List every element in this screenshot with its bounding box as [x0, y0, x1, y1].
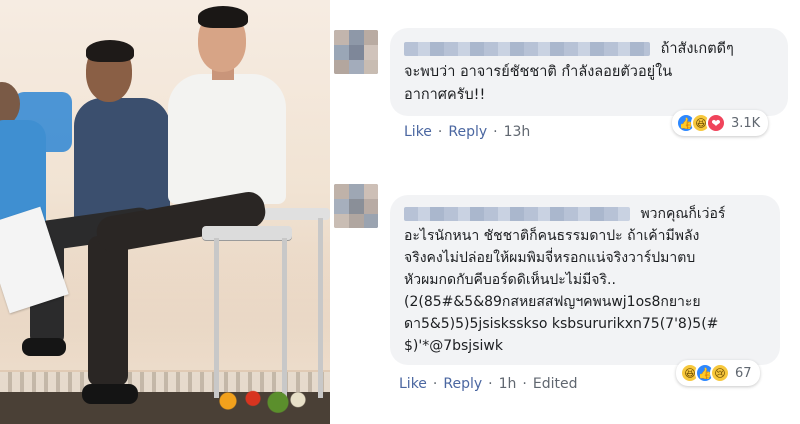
reply-link[interactable]: Reply — [443, 376, 482, 392]
person-right-shirt — [168, 74, 286, 204]
avatar[interactable] — [334, 184, 378, 228]
comment-text-line: อะไรนักหนา ชัชชาติก็คนธรรมดาปะ ถ้าเค้ามี… — [404, 228, 700, 244]
comment-text-line: จะพบว่า อาจารย์ชัชชาติ กำลังลอยตัวอยู่ใน — [404, 64, 673, 80]
timestamp[interactable]: 13h — [504, 124, 531, 140]
reactions-summary[interactable]: 👍 😆 ❤ 3.1K — [672, 110, 769, 136]
comment-actions: Like · Reply · 13h — [404, 124, 531, 140]
edited-label[interactable]: Edited — [533, 376, 578, 392]
comment-text-line: $)'*@7bsjsiwk — [404, 338, 503, 354]
comment-text-line: อากาศครับ!! — [404, 87, 486, 103]
like-link[interactable]: Like — [399, 376, 427, 392]
timestamp[interactable]: 1h — [499, 376, 517, 392]
like-link[interactable]: Like — [404, 124, 432, 140]
comment-text-line: ดา5&5)5)5jsisksskso ksbsururikxn75(7'8)5… — [404, 316, 719, 332]
comment-text-line: พวกคุณก็เว่อร์ — [640, 206, 726, 222]
avatar[interactable] — [334, 30, 378, 74]
reaction-count: 3.1K — [731, 115, 761, 131]
comment-text-line: ถ้าสังเกตดีๆ — [660, 41, 734, 57]
person-middle-shirt — [74, 98, 170, 226]
commenter-name-blurred[interactable] — [404, 42, 650, 56]
reaction-count: 67 — [735, 365, 752, 381]
comment-bubble: ถ้าสังเกตดีๆ จะพบว่า อาจารย์ชัชชาติ กำลั… — [390, 28, 788, 116]
reactions-summary[interactable]: 😆 👍 😢 67 — [676, 360, 760, 386]
sad-icon: 😢 — [710, 363, 730, 383]
love-icon: ❤ — [706, 113, 726, 133]
comment-text-line: หัวผมกดกับคีบอร์ดดิเห็นปะไม่มีจริ.. — [404, 272, 616, 288]
comment-bubble: พวกคุณก็เว่อร์ อะไรนักหนา ชัชชาติก็คนธรร… — [390, 195, 780, 365]
commenter-name-blurred[interactable] — [404, 207, 630, 221]
stage-flowers — [208, 388, 308, 414]
comment-actions: Like · Reply · 1h · Edited — [399, 376, 578, 392]
reply-link[interactable]: Reply — [448, 124, 487, 140]
comment-text-line: (2(85#&5&89กสหยสสฟญฯคพนwj1os8กยาะย — [404, 294, 701, 310]
comment-text-line: จริงคงไม่ปล่อยให้ผมพิมจี่หรอกแน่จริงวาร์… — [404, 250, 696, 266]
event-photo — [0, 0, 330, 424]
